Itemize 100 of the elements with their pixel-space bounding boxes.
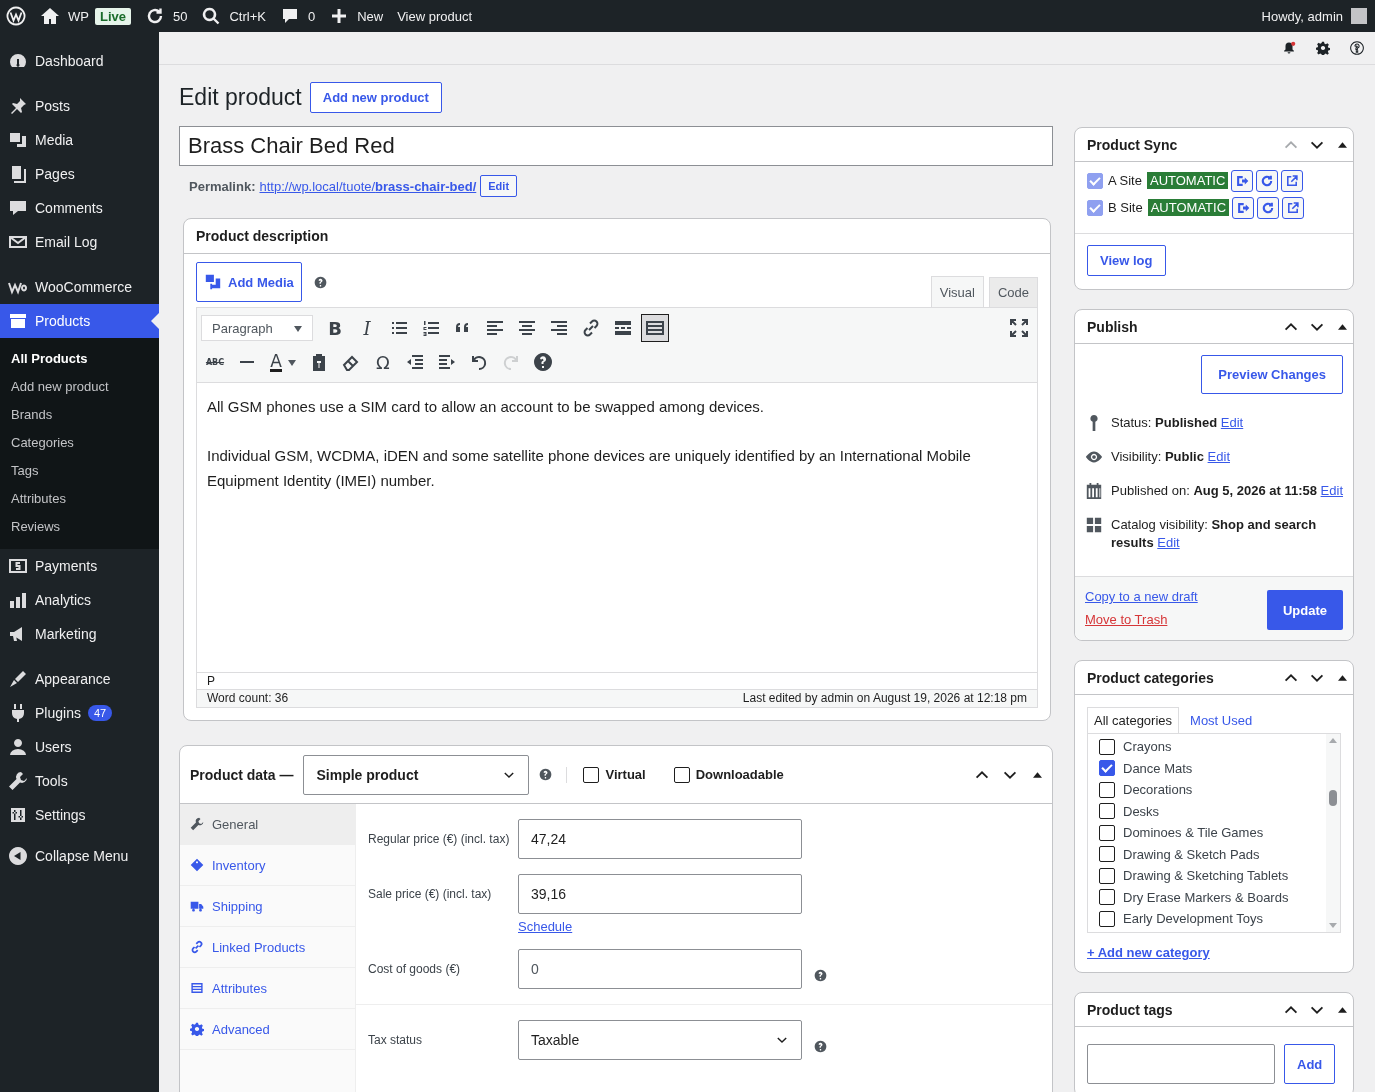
- toggle-panel-icon[interactable]: [1033, 771, 1042, 778]
- price-field[interactable]: 39,16: [518, 874, 802, 914]
- menu-item[interactable]: Tools: [0, 764, 159, 798]
- strikethrough-button[interactable]: ABC: [201, 348, 229, 376]
- move-to-trash-link[interactable]: Move to Trash: [1085, 612, 1198, 627]
- home-link[interactable]: WP: [68, 8, 89, 24]
- edit-link[interactable]: Edit: [1157, 535, 1180, 550]
- external-link-button[interactable]: [1282, 196, 1305, 219]
- view-log-button[interactable]: View log: [1087, 245, 1166, 276]
- product-type-dropdown[interactable]: Simple product: [303, 754, 530, 795]
- menu-item[interactable]: Users: [0, 730, 159, 764]
- checkbox[interactable]: [1099, 910, 1115, 927]
- menu-item[interactable]: Appearance: [0, 662, 159, 696]
- checkbox[interactable]: [1099, 760, 1115, 777]
- format-dropdown[interactable]: Paragraph: [201, 315, 313, 341]
- home-icon[interactable]: [40, 6, 60, 26]
- account-greeting[interactable]: Howdy, admin: [1261, 8, 1343, 24]
- checkbox[interactable]: [1099, 824, 1115, 841]
- menu-item[interactable]: Settings: [0, 798, 159, 832]
- tag-field[interactable]: [1087, 1044, 1275, 1084]
- permalink-link[interactable]: http://wp.local/tuote/brass-chair-bed/: [259, 178, 477, 194]
- submenu-item[interactable]: Brands: [0, 401, 159, 429]
- product-data-tab[interactable]: Attributes: [180, 968, 355, 1009]
- product-data-tab[interactable]: General: [180, 804, 355, 845]
- product-title-field[interactable]: Brass Chair Bed Red: [179, 126, 1053, 166]
- editor-tab[interactable]: Code: [988, 277, 1038, 307]
- updates-link[interactable]: 50: [172, 8, 188, 24]
- add-category-link[interactable]: + Add new category: [1087, 945, 1210, 960]
- help-icon[interactable]: [814, 969, 827, 982]
- help-icon[interactable]: [1350, 41, 1364, 55]
- checkbox[interactable]: [583, 766, 600, 783]
- update-button[interactable]: Update: [1266, 590, 1343, 630]
- price-field[interactable]: 0: [518, 949, 802, 989]
- add-media-button[interactable]: Add Media: [196, 262, 302, 302]
- settings-icon[interactable]: [1316, 41, 1330, 55]
- menu-item[interactable]: Posts: [0, 89, 159, 123]
- product-data-tab[interactable]: Inventory: [180, 845, 355, 886]
- add-tag-button[interactable]: Add: [1284, 1044, 1336, 1084]
- checkbox[interactable]: [1099, 781, 1115, 798]
- checkbox[interactable]: [1099, 803, 1115, 820]
- search-link[interactable]: Ctrl+K: [229, 8, 266, 24]
- checkbox[interactable]: [1099, 738, 1115, 755]
- menu-item[interactable]: Email Log: [0, 225, 159, 259]
- submenu-item[interactable]: Attributes: [0, 485, 159, 513]
- search-icon[interactable]: [201, 6, 222, 26]
- edit-link[interactable]: Edit: [1207, 449, 1230, 464]
- checkbox[interactable]: [1099, 889, 1115, 906]
- menu-item[interactable]: Comments: [0, 191, 159, 225]
- new-link[interactable]: New: [357, 8, 384, 24]
- checkbox[interactable]: [1087, 172, 1103, 189]
- menu-item[interactable]: WooCommerce: [0, 270, 159, 304]
- menu-item[interactable]: Marketing: [0, 617, 159, 651]
- help-icon[interactable]: [814, 1040, 827, 1053]
- checkbox[interactable]: [1087, 199, 1103, 216]
- price-field[interactable]: 47,24: [518, 819, 802, 859]
- help-icon[interactable]: [539, 768, 553, 781]
- menu-item[interactable]: Pages: [0, 157, 159, 191]
- push-button[interactable]: [1232, 196, 1255, 219]
- italic-button[interactable]: I: [353, 314, 381, 342]
- copy-to-draft-link[interactable]: Copy to a new draft: [1085, 589, 1198, 604]
- menu-item[interactable]: Products: [0, 304, 159, 338]
- product-data-tab[interactable]: Shipping: [180, 886, 355, 927]
- edit-link[interactable]: Edit: [1220, 415, 1244, 430]
- add-new-product-button[interactable]: Add new product: [309, 82, 442, 113]
- checkbox[interactable]: [1099, 867, 1115, 884]
- help-icon[interactable]: [313, 275, 327, 289]
- toggle-panel-icon[interactable]: [1338, 323, 1347, 330]
- toggle-panel-icon[interactable]: [1338, 1006, 1347, 1013]
- bold-button[interactable]: B: [321, 314, 349, 342]
- menu-item[interactable]: Payments: [0, 549, 159, 583]
- bell-icon[interactable]: [1282, 41, 1296, 55]
- category-tab[interactable]: All categories: [1087, 707, 1180, 733]
- toggle-panel-icon[interactable]: [1338, 674, 1347, 681]
- text-color-button[interactable]: A: [265, 348, 301, 376]
- product-data-tab[interactable]: Advanced: [180, 1009, 355, 1050]
- view-product-link[interactable]: View product: [397, 8, 473, 24]
- collapse-menu-button[interactable]: Collapse Menu: [0, 839, 159, 873]
- checkbox[interactable]: [1099, 846, 1115, 863]
- edit-link[interactable]: Edit: [1320, 483, 1343, 498]
- submenu-item[interactable]: All Products: [0, 345, 159, 373]
- submenu-item[interactable]: Tags: [0, 457, 159, 485]
- editor-tab[interactable]: Visual: [930, 276, 984, 307]
- toggle-panel-icon[interactable]: [1338, 141, 1347, 148]
- refresh-button[interactable]: [1257, 196, 1280, 219]
- product-data-tab[interactable]: Linked Products: [180, 927, 355, 968]
- submenu-item[interactable]: Reviews: [0, 513, 159, 541]
- menu-item[interactable]: Dashboard: [0, 44, 159, 78]
- wordpress-logo-icon[interactable]: [6, 6, 26, 26]
- submenu-item[interactable]: Categories: [0, 429, 159, 457]
- external-link-button[interactable]: [1281, 169, 1304, 192]
- checkbox[interactable]: [673, 766, 690, 783]
- special-character-button[interactable]: Ω: [369, 348, 397, 376]
- submenu-item[interactable]: Add new product: [0, 373, 159, 401]
- menu-item[interactable]: Media: [0, 123, 159, 157]
- menu-item[interactable]: Analytics: [0, 583, 159, 617]
- push-button[interactable]: [1231, 169, 1254, 192]
- comments-link[interactable]: 0: [307, 8, 316, 24]
- category-tab[interactable]: Most Used: [1183, 707, 1260, 733]
- menu-item[interactable]: Plugins 47: [0, 696, 159, 730]
- edit-permalink-button[interactable]: Edit: [480, 175, 518, 197]
